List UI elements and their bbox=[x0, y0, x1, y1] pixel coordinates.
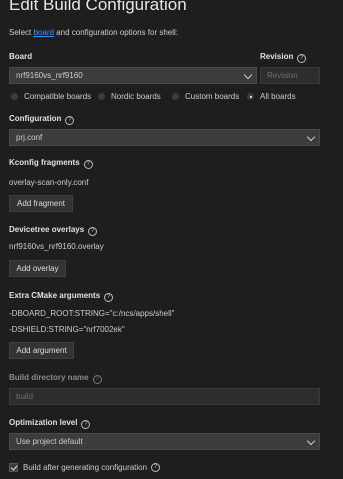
radio-indicator bbox=[98, 93, 105, 100]
build-dir-label: Build directory name bbox=[9, 373, 89, 382]
board-select[interactable]: nrf9160vs_nrf9160 bbox=[9, 67, 257, 84]
devicetree-overlay-item: nrf9160vs_nrf9160.overlay bbox=[9, 242, 104, 251]
page-title: Edit Build Configuration bbox=[9, 0, 187, 14]
optimization-select[interactable]: Use project default bbox=[9, 433, 320, 450]
devicetree-label: Devicetree overlays bbox=[9, 225, 85, 234]
add-fragment-button[interactable]: Add fragment bbox=[9, 195, 73, 212]
build-after-checkbox-row[interactable]: Build after generating configuration ? bbox=[9, 463, 161, 472]
revision-input[interactable]: Revision bbox=[260, 67, 320, 84]
help-icon[interactable]: ? bbox=[88, 227, 98, 236]
help-icon[interactable]: ? bbox=[65, 116, 75, 125]
radio-label: Compatible boards bbox=[24, 92, 92, 101]
revision-label: Revision bbox=[260, 52, 294, 61]
subtitle-text-pre: Select bbox=[9, 28, 32, 37]
board-link[interactable]: board bbox=[33, 28, 53, 37]
build-dir-input[interactable]: build bbox=[9, 388, 320, 405]
kconfig-fragment-item: overlay-scan-only.conf bbox=[9, 178, 89, 187]
configuration-label: Configuration bbox=[9, 114, 62, 123]
radio-indicator bbox=[172, 93, 179, 100]
add-argument-button[interactable]: Add argument bbox=[9, 342, 74, 359]
help-icon[interactable]: ? bbox=[83, 160, 93, 169]
configuration-select[interactable]: prj.conf bbox=[9, 129, 320, 146]
help-icon[interactable]: ? bbox=[297, 54, 307, 63]
radio-label: All boards bbox=[260, 92, 296, 101]
optimization-label-row: Optimization level? bbox=[9, 418, 91, 429]
build-dir-value: build bbox=[16, 392, 33, 401]
chevron-down-icon bbox=[243, 70, 253, 80]
radio-label: Custom boards bbox=[185, 92, 240, 101]
help-icon[interactable]: ? bbox=[151, 463, 161, 472]
revision-placeholder: Revision bbox=[267, 71, 298, 80]
help-icon[interactable]: ? bbox=[92, 375, 102, 384]
help-icon[interactable]: ? bbox=[81, 420, 91, 429]
radio-compatible-boards[interactable]: Compatible boards bbox=[11, 92, 91, 101]
cmake-label: Extra CMake arguments bbox=[9, 291, 101, 300]
cmake-argument-item: -DBOARD_ROOT:STRING="c:/ncs/apps/shell" bbox=[9, 309, 175, 318]
radio-custom-boards[interactable]: Custom boards bbox=[172, 92, 239, 101]
radio-nordic-boards[interactable]: Nordic boards bbox=[98, 92, 161, 101]
kconfig-label: Kconfig fragments bbox=[9, 158, 80, 167]
configuration-label-row: Configuration? bbox=[9, 114, 75, 125]
radio-indicator-selected bbox=[247, 93, 254, 100]
revision-label-row: Revision? bbox=[260, 52, 307, 63]
board-label: Board bbox=[9, 52, 33, 61]
devicetree-label-row: Devicetree overlays? bbox=[9, 225, 98, 236]
radio-all-boards[interactable]: All boards bbox=[247, 92, 296, 101]
add-overlay-button[interactable]: Add overlay bbox=[9, 260, 66, 277]
cmake-label-row: Extra CMake arguments? bbox=[9, 291, 114, 302]
chevron-down-icon bbox=[306, 132, 316, 142]
kconfig-label-row: Kconfig fragments? bbox=[9, 158, 93, 169]
build-after-checkbox[interactable] bbox=[9, 463, 18, 472]
radio-indicator bbox=[11, 93, 18, 100]
build-dir-label-row: Build directory name? bbox=[9, 373, 102, 384]
cmake-argument-item: -DSHIELD:STRING="nrf7002ek" bbox=[9, 325, 125, 334]
chevron-down-icon bbox=[306, 436, 316, 446]
configuration-select-value: prj.conf bbox=[16, 133, 43, 142]
optimization-label: Optimization level bbox=[9, 418, 78, 427]
optimization-select-value: Use project default bbox=[16, 437, 83, 446]
page-subtitle: Select board and configuration options f… bbox=[9, 28, 178, 37]
board-select-value: nrf9160vs_nrf9160 bbox=[16, 71, 83, 80]
help-icon[interactable]: ? bbox=[104, 293, 114, 302]
subtitle-text-post: and configuration options for shell: bbox=[56, 28, 179, 37]
radio-label: Nordic boards bbox=[111, 92, 161, 101]
build-after-label: Build after generating configuration bbox=[23, 463, 148, 472]
